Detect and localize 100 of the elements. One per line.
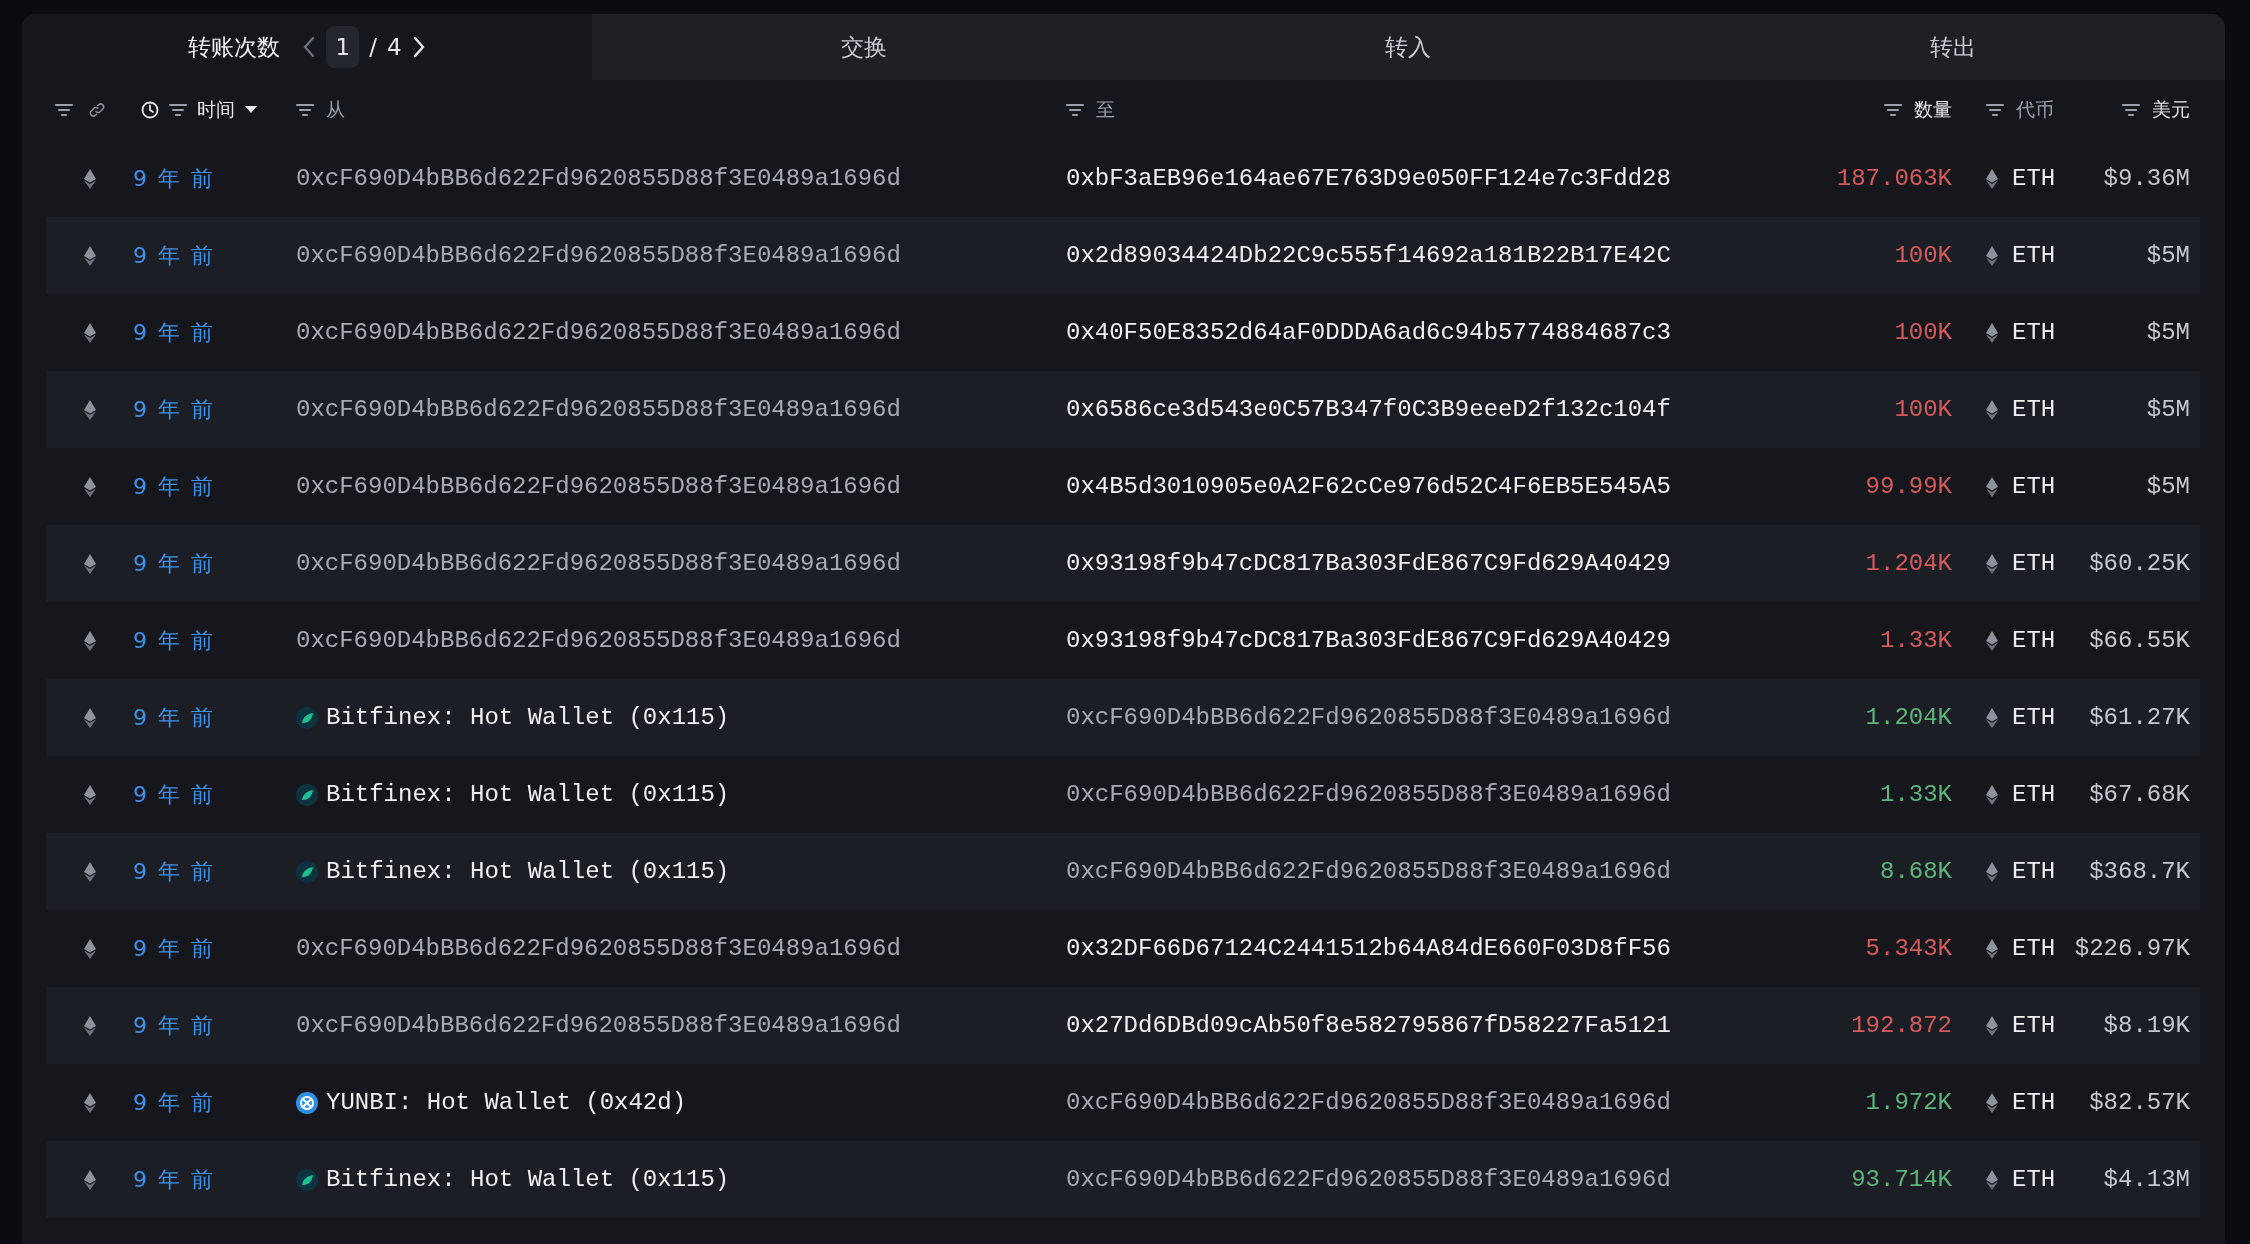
token-symbol: ETH <box>2012 550 2056 577</box>
amount-text: 187.063K <box>1836 165 1952 192</box>
sort-caret-icon[interactable] <box>245 106 257 114</box>
ethereum-icon <box>1986 707 1998 728</box>
timestamp-link[interactable]: 9 年 前 <box>133 933 213 964</box>
ethereum-icon <box>83 784 96 805</box>
entity-link[interactable]: Bitfinex: Hot Wallet (0x115) <box>326 1166 730 1193</box>
address-link[interactable]: 0xcF690D4bBB6d622Fd9620855D88f3E0489a1696d <box>1066 704 1671 731</box>
timestamp-link[interactable]: 9 年 前 <box>133 317 213 348</box>
token-symbol: ETH <box>2012 473 2056 500</box>
amount-text: 100K <box>1894 396 1952 423</box>
address-link[interactable]: 0xcF690D4bBB6d622Fd9620855D88f3E0489a1696d <box>296 473 901 500</box>
usd-value: $8.19K <box>2103 1012 2190 1039</box>
address-link[interactable]: 0x27Dd6DBd09cAb50f8e582795867fD58227Fa5121 <box>1066 1012 1671 1039</box>
ethereum-icon <box>83 322 96 343</box>
address-link[interactable]: 0xcF690D4bBB6d622Fd9620855D88f3E0489a1696d <box>296 165 901 192</box>
entity-link[interactable]: Bitfinex: Hot Wallet (0x115) <box>326 858 730 885</box>
address-link[interactable]: 0xcF690D4bBB6d622Fd9620855D88f3E0489a1696d <box>296 1012 901 1039</box>
amount-text: 1.33K <box>1880 781 1952 808</box>
timestamp-link[interactable]: 9 年 前 <box>133 625 213 656</box>
usd-value: $368.7K <box>2089 858 2190 885</box>
amount-text: 100K <box>1894 242 1952 269</box>
usd-value: $9.36M <box>2103 165 2190 192</box>
column-header[interactable]: 美元 <box>2152 97 2190 123</box>
tab[interactable]: 转出 <box>1680 14 2225 80</box>
amount-text: 100K <box>1894 319 1952 346</box>
ethereum-icon <box>1986 245 1998 266</box>
column-header[interactable]: 时间 <box>197 97 235 123</box>
timestamp-link[interactable]: 9 年 前 <box>133 548 213 579</box>
next-page-button[interactable] <box>411 36 426 58</box>
token-symbol: ETH <box>2012 935 2056 962</box>
amount-text: 99.99K <box>1865 473 1952 500</box>
token-symbol: ETH <box>2012 242 2056 269</box>
usd-value: $61.27K <box>2089 704 2190 731</box>
timestamp-link[interactable]: 9 年 前 <box>133 1164 213 1195</box>
page-total: 4 <box>386 34 402 60</box>
timestamp-link[interactable]: 9 年 前 <box>133 856 213 887</box>
filter-icon[interactable] <box>1986 103 2004 117</box>
column-header[interactable]: 从 <box>326 97 345 123</box>
timestamp-link[interactable]: 9 年 前 <box>133 779 213 810</box>
ethereum-icon <box>1986 168 1998 189</box>
address-link[interactable]: 0xcF690D4bBB6d622Fd9620855D88f3E0489a1696d <box>296 242 901 269</box>
timestamp-link[interactable]: 9 年 前 <box>133 240 213 271</box>
ethereum-icon <box>83 938 96 959</box>
address-link[interactable]: 0x4B5d3010905e0A2F62cCe976d52C4F6EB5E545A5 <box>1066 473 1671 500</box>
entity-link[interactable]: Bitfinex: Hot Wallet (0x115) <box>326 704 730 731</box>
tab[interactable]: 转入 <box>1136 14 1681 80</box>
address-link[interactable]: 0xcF690D4bBB6d622Fd9620855D88f3E0489a1696d <box>1066 1166 1671 1193</box>
address-link[interactable]: 0x6586ce3d543e0C57B347f0C3B9eeeD2f132c104f <box>1066 396 1671 423</box>
address-link[interactable]: 0x93198f9b47cDC817Ba303FdE867C9Fd629A40429 <box>1066 550 1671 577</box>
tab[interactable]: 交换 <box>592 14 1137 80</box>
ethereum-icon <box>1986 1092 1998 1113</box>
ethereum-icon <box>83 707 96 728</box>
ethereum-icon <box>1986 1169 1998 1190</box>
page-number-field[interactable]: 1 <box>326 26 360 68</box>
address-link[interactable]: 0xcF690D4bBB6d622Fd9620855D88f3E0489a1696d <box>296 550 901 577</box>
address-link[interactable]: 0xcF690D4bBB6d622Fd9620855D88f3E0489a1696d <box>296 627 901 654</box>
timestamp-link[interactable]: 9 年 前 <box>133 1010 213 1041</box>
address-link[interactable]: 0xbF3aEB96e164ae67E763D9e050FF124e7c3Fdd28 <box>1066 165 1671 192</box>
address-link[interactable]: 0xcF690D4bBB6d622Fd9620855D88f3E0489a1696d <box>1066 781 1671 808</box>
ethereum-icon <box>1986 322 1998 343</box>
token-symbol: ETH <box>2012 165 2056 192</box>
page-separator: / <box>369 34 377 60</box>
timestamp-link[interactable]: 9 年 前 <box>133 702 213 733</box>
token-symbol: ETH <box>2012 396 2056 423</box>
entity-link[interactable]: YUNBI: Hot Wallet (0x42d) <box>326 1089 687 1116</box>
filter-icon[interactable] <box>55 103 73 117</box>
ethereum-icon <box>1986 861 1998 882</box>
usd-value: $67.68K <box>2089 781 2190 808</box>
timestamp-link[interactable]: 9 年 前 <box>133 163 213 194</box>
link-icon[interactable] <box>89 102 105 118</box>
address-link[interactable]: 0xcF690D4bBB6d622Fd9620855D88f3E0489a1696d <box>1066 858 1671 885</box>
address-link[interactable]: 0x40F50E8352d64aF0DDDA6ad6c94b5774884687c3 <box>1066 319 1671 346</box>
token-symbol: ETH <box>2012 1089 2056 1116</box>
timestamp-link[interactable]: 9 年 前 <box>133 471 213 502</box>
column-header[interactable]: 至 <box>1096 97 1115 123</box>
address-link[interactable]: 0xcF690D4bBB6d622Fd9620855D88f3E0489a1696d <box>296 396 901 423</box>
previous-page-button[interactable] <box>302 36 317 58</box>
address-link[interactable]: 0x2d89034424Db22C9c555f14692a181B22B17E42C <box>1066 242 1671 269</box>
address-link[interactable]: 0xcF690D4bBB6d622Fd9620855D88f3E0489a1696d <box>296 319 901 346</box>
entity-link[interactable]: Bitfinex: Hot Wallet (0x115) <box>326 781 730 808</box>
filter-icon[interactable] <box>1884 103 1902 117</box>
address-link[interactable]: 0xcF690D4bBB6d622Fd9620855D88f3E0489a1696d <box>1066 1089 1671 1116</box>
column-header[interactable]: 数量 <box>1914 97 1952 123</box>
ethereum-icon <box>83 1169 96 1190</box>
filter-icon[interactable] <box>2122 103 2140 117</box>
timestamp-link[interactable]: 9 年 前 <box>133 394 213 425</box>
address-link[interactable]: 0x32DF66D67124C2441512b64A84dE660F03D8fF56 <box>1066 935 1671 962</box>
filter-icon[interactable] <box>169 103 187 117</box>
column-header[interactable]: 代币 <box>2016 97 2054 123</box>
filter-icon[interactable] <box>1066 103 1084 117</box>
usd-value: $226.97K <box>2074 935 2190 962</box>
usd-value: $5M <box>2146 242 2190 269</box>
address-link[interactable]: 0x93198f9b47cDC817Ba303FdE867C9Fd629A40429 <box>1066 627 1671 654</box>
filter-icon[interactable] <box>296 103 314 117</box>
address-link[interactable]: 0xcF690D4bBB6d622Fd9620855D88f3E0489a1696d <box>296 935 901 962</box>
amount-text: 93.714K <box>1851 1166 1952 1193</box>
ethereum-icon <box>83 630 96 651</box>
timestamp-link[interactable]: 9 年 前 <box>133 1087 213 1118</box>
ethereum-icon <box>83 553 96 574</box>
